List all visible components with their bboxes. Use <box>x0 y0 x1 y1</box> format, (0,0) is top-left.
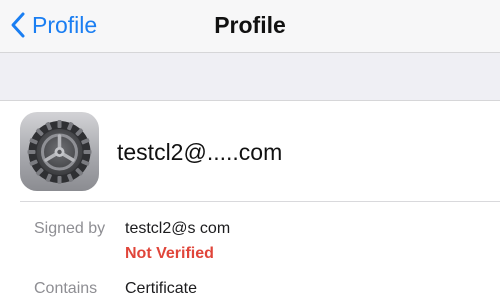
page-title: Profile <box>214 12 286 38</box>
signed-by-value: testcl2@s com <box>125 220 231 237</box>
section-spacer <box>0 53 500 101</box>
contains-value: Certificate <box>125 280 198 297</box>
contains-label: Contains <box>34 280 98 297</box>
verification-status: Not Verified <box>125 245 214 262</box>
settings-gear-icon <box>20 112 99 191</box>
signed-by-label: Signed by <box>34 220 106 237</box>
profile-name: testcl2@.....com <box>117 139 283 165</box>
profile-header: testcl2@.....com <box>0 101 500 201</box>
divider <box>20 201 500 202</box>
navigation-bar: Profile Profile <box>0 0 500 53</box>
profile-screen: Profile Profile testcl2@.....com Signed … <box>0 0 500 305</box>
